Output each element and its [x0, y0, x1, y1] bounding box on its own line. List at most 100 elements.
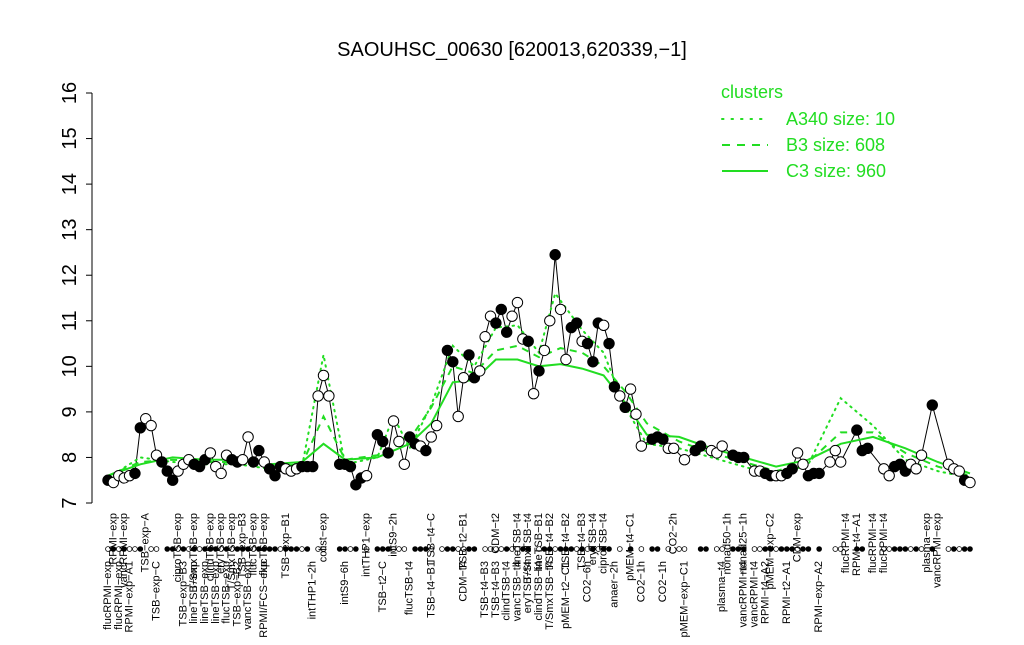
x-tick-label: CO2−2h [668, 513, 680, 554]
x-tick-label: intTHP1−exp [361, 513, 373, 577]
rug-mark [347, 546, 354, 552]
x-tick-label: RPMI−t4−A2 [759, 561, 771, 624]
data-point [382, 447, 394, 459]
data-point [549, 249, 561, 261]
rug-mark [697, 546, 704, 552]
rug-mark [374, 546, 381, 552]
data-point [242, 431, 254, 443]
data-point [560, 353, 572, 366]
data-point [452, 410, 464, 423]
rug-mark [956, 546, 963, 552]
rug-mark [153, 546, 160, 552]
data-point [447, 356, 459, 368]
data-point [495, 303, 507, 316]
x-tick-label: flucRPMI−t4 [878, 513, 890, 573]
y-tick-label: 14 [59, 173, 81, 195]
data-point [430, 419, 443, 432]
rug-mark [961, 546, 968, 552]
rug-mark [751, 546, 758, 552]
data-point [398, 458, 411, 470]
rug-mark [449, 546, 456, 552]
legend-label: C3 size: 960 [786, 161, 886, 181]
data-point [915, 449, 928, 461]
data-point [587, 356, 599, 368]
data-point [614, 390, 626, 402]
y-tick-label: 12 [59, 264, 81, 286]
rug-mark [945, 546, 952, 552]
data-point [926, 399, 938, 411]
x-tick-label: RPMI/FCS−exp [258, 561, 270, 638]
x-tick-label: CDM−t2 [490, 513, 502, 554]
x-tick-label: CDM−t4 [458, 561, 470, 602]
rug-mark [713, 546, 720, 552]
x-tick-label: TSB−exp−C [150, 561, 162, 621]
data-point [554, 303, 567, 316]
axes: 7 8 9 10 11 12 13 14 15 16 [59, 82, 93, 509]
data-point [344, 460, 357, 473]
data-point [474, 365, 486, 377]
data-point [657, 433, 669, 445]
data-point [269, 469, 281, 482]
data-point [619, 401, 631, 414]
data-point [581, 337, 594, 350]
x-tick-label: pMEM−exp−C1 [678, 561, 690, 637]
data-point [129, 467, 141, 480]
data-point [522, 335, 534, 347]
legend-label: A340 size: 10 [786, 109, 895, 129]
data-point [910, 463, 922, 475]
rug-mark [654, 546, 661, 552]
rug-mark [164, 546, 171, 552]
data-point [571, 317, 583, 329]
x-tick-label: TSB−t4−B1 [425, 561, 437, 618]
rug-mark [913, 546, 919, 552]
rug-mark [778, 546, 785, 552]
data-point [393, 435, 405, 448]
data-point [511, 296, 524, 309]
data-point [851, 424, 863, 436]
rug-mark [757, 546, 763, 552]
rug-mark [342, 546, 348, 552]
data-point [667, 442, 680, 455]
x-tick-label: RPMI−exp−A2 [813, 561, 825, 633]
data-point [145, 419, 157, 432]
x-tick-label: intS9−6h [339, 561, 351, 605]
data-point [791, 447, 804, 459]
x-tick-label: CO2−1h [635, 561, 647, 602]
rug-mark [681, 546, 688, 552]
rug-mark [417, 546, 424, 552]
data-point [694, 440, 707, 452]
rug-mark [617, 546, 623, 552]
data-point [678, 454, 691, 466]
data-point [538, 344, 551, 357]
x-tick-label: TSB−exp−B1 [280, 513, 292, 578]
data-point [500, 326, 513, 338]
data-point [635, 440, 648, 452]
x-tick-labels: RPMI−expvancRPMI−exp TSB−exp−A ciproTSB−ex… [102, 512, 944, 637]
rug-mark [293, 546, 300, 552]
y-tick-label: 16 [59, 82, 81, 104]
rug-mark [379, 546, 386, 552]
x-tick-label: plasma−t4 [716, 561, 728, 612]
data-point [457, 372, 470, 384]
data-point [533, 365, 545, 377]
data-point [824, 456, 836, 468]
data-point [786, 463, 798, 475]
rug-mark [401, 546, 408, 552]
data-point [883, 469, 895, 482]
rug-mark [897, 546, 903, 552]
data-point [964, 476, 976, 489]
x-tick-label: intTHP1−2h [307, 561, 319, 619]
rug-mark [503, 546, 510, 552]
x-tick-label: RPMI−t2−A1 [781, 561, 793, 624]
data-point [420, 444, 432, 457]
data-point [134, 422, 147, 434]
data-point [312, 390, 324, 402]
rug-mark [951, 546, 957, 552]
rug-mark [272, 546, 278, 552]
data-point [490, 317, 502, 329]
rug-mark [299, 546, 305, 552]
data-point [425, 431, 437, 443]
data-point [307, 460, 319, 473]
rug-mark [304, 546, 311, 552]
rug-mark [649, 546, 655, 552]
